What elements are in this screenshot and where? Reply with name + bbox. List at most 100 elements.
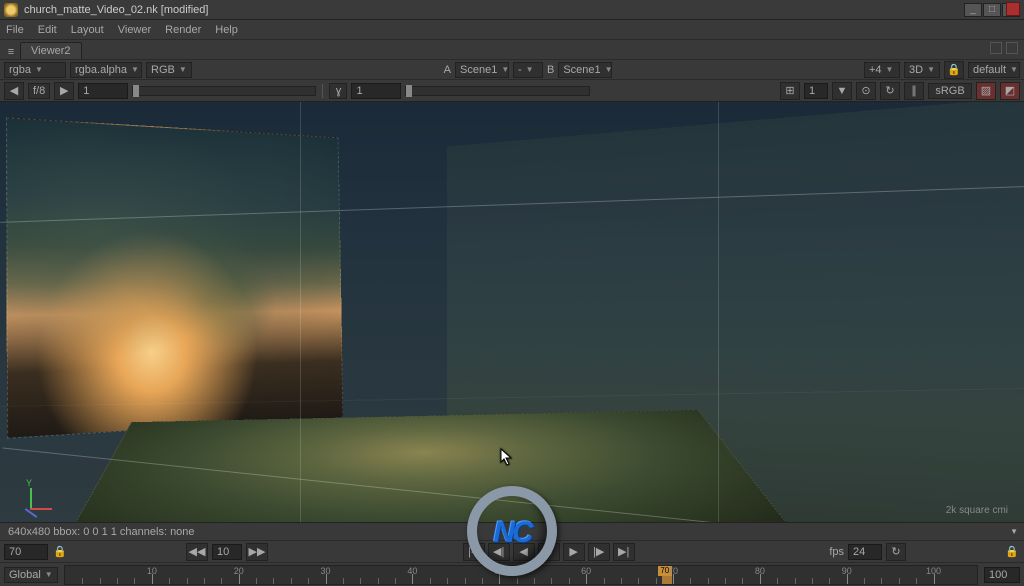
- chevron-down-icon[interactable]: ▼: [1010, 527, 1018, 536]
- a-buffer-label: A: [444, 64, 451, 76]
- gamma-field[interactable]: 1: [351, 83, 401, 99]
- lock-out-icon[interactable]: 🔒: [1004, 544, 1020, 560]
- tab-viewer2[interactable]: Viewer2: [20, 42, 82, 59]
- chevron-down-icon: ▼: [886, 65, 894, 74]
- stop-button[interactable]: ■: [538, 543, 560, 561]
- prev-frame-icon[interactable]: ◀: [4, 82, 24, 100]
- wipe-toggle-icon[interactable]: ◩: [1000, 82, 1020, 100]
- lut-label: default: [973, 64, 1006, 76]
- b-buffer-value: Scene1: [563, 64, 600, 76]
- zoom-dropdown[interactable]: +4 ▼: [864, 62, 900, 78]
- chevron-down-icon: ▼: [501, 65, 509, 74]
- gamma-label: ɣ: [329, 83, 347, 99]
- gain-slider[interactable]: [132, 86, 316, 96]
- a-buffer-dropdown[interactable]: Scene1▼: [455, 62, 509, 78]
- pause-icon[interactable]: ∥: [904, 82, 924, 100]
- chevron-down-icon: ▼: [45, 570, 53, 579]
- frame-out-field[interactable]: 100: [984, 567, 1020, 583]
- menubar: File Edit Layout Viewer Render Help: [0, 20, 1024, 40]
- gamma-slider[interactable]: [405, 86, 589, 96]
- chevron-down-icon: ▼: [927, 65, 935, 74]
- loop-mode-icon[interactable]: ↻: [886, 543, 906, 561]
- fstop-label: f/8: [28, 83, 50, 99]
- fps-label: fps: [829, 546, 844, 558]
- tick-label: 100: [926, 566, 941, 576]
- channel-dropdown[interactable]: rgba.alpha▼: [70, 62, 142, 78]
- menu-render[interactable]: Render: [165, 24, 201, 36]
- zoom-label: +4: [869, 64, 882, 76]
- tick-label: 80: [755, 566, 765, 576]
- skip-forward-button[interactable]: ▶▶: [246, 543, 268, 561]
- menu-viewer[interactable]: Viewer: [118, 24, 151, 36]
- b-buffer-label: B: [547, 64, 554, 76]
- viewport-3d[interactable]: Y 2k square cmi: [0, 102, 1024, 522]
- chevron-down-icon: ▼: [1010, 65, 1018, 74]
- frame-in-field[interactable]: 70: [4, 544, 48, 560]
- layer-label: rgba: [9, 64, 31, 76]
- menu-edit[interactable]: Edit: [38, 24, 57, 36]
- roi-icon[interactable]: ⊙: [856, 82, 876, 100]
- tick-label: 70: [668, 566, 678, 576]
- play-forward-button[interactable]: ▶: [563, 543, 585, 561]
- viewport-info: 2k square cmi: [946, 505, 1008, 516]
- maximize-button[interactable]: □: [983, 3, 1001, 17]
- tick-label: 50: [494, 566, 504, 576]
- gain-field[interactable]: 1: [78, 83, 128, 99]
- mode3d-label: 3D: [909, 64, 923, 76]
- chevron-down-icon: ▼: [526, 65, 534, 74]
- camera-lock-icon[interactable]: 🔒: [944, 61, 964, 79]
- b-buffer-dropdown[interactable]: Scene1 ▼: [558, 62, 612, 78]
- panel-menu-icon[interactable]: ≡: [4, 45, 18, 59]
- lock-in-icon[interactable]: 🔒: [52, 544, 68, 560]
- first-frame-button[interactable]: |◀: [463, 543, 485, 561]
- axis-x: [30, 508, 52, 510]
- proxy-toggle-icon[interactable]: ▼: [832, 82, 852, 100]
- menu-file[interactable]: File: [6, 24, 24, 36]
- last-frame-button[interactable]: ▶|: [613, 543, 635, 561]
- wipe-mode-dropdown[interactable]: -▼: [513, 62, 543, 78]
- clip-warning-icon[interactable]: ⊞: [780, 82, 800, 100]
- tick-label: 40: [407, 566, 417, 576]
- layer-dropdown[interactable]: rgba ▼: [4, 62, 66, 78]
- float-panel-icon[interactable]: [990, 42, 1002, 54]
- scope-dropdown[interactable]: Global▼: [4, 567, 58, 583]
- refresh-icon[interactable]: ↻: [880, 82, 900, 100]
- app-icon: [4, 3, 18, 17]
- viewer-toolbar-1: rgba▼ rgba.alpha▼ RGB▼ A Scene1▼ -▼ B Sc…: [0, 60, 1024, 80]
- frame-out-indicator[interactable]: [1006, 2, 1020, 16]
- axis-y-label: Y: [26, 478, 32, 488]
- next-key-button[interactable]: |▶: [588, 543, 610, 561]
- play-backward-button[interactable]: ◀: [513, 543, 535, 561]
- skip-back-button[interactable]: ◀◀: [186, 543, 208, 561]
- chevron-down-icon: ▼: [35, 65, 43, 74]
- view-mode-dropdown[interactable]: 3D ▼: [904, 62, 940, 78]
- sky-card: [6, 117, 343, 439]
- frame-step-field[interactable]: 10: [212, 544, 242, 560]
- minimize-button[interactable]: _: [964, 3, 982, 17]
- chevron-down-icon: ▼: [605, 65, 613, 74]
- tick-label: 90: [842, 566, 852, 576]
- prev-key-button[interactable]: ◀|: [488, 543, 510, 561]
- colorspace-dropdown[interactable]: RGB▼: [146, 62, 192, 78]
- overlay-toggle-icon[interactable]: ▨: [976, 82, 996, 100]
- viewer-toolbar-2: ◀ f/8 ▶ 1 ɣ 1 ⊞ 1 ▼ ⊙ ↻ ∥ sRGB ▨ ◩: [0, 80, 1024, 102]
- playback-bar: 70 🔒 ◀◀ 10 ▶▶ |◀ ◀| ◀ ■ ▶ |▶ ▶| fps 24 ↻…: [0, 540, 1024, 562]
- wipe-label: -: [518, 64, 522, 76]
- tabbar: ≡ Viewer2: [0, 40, 1024, 60]
- next-frame-icon[interactable]: ▶: [54, 82, 74, 100]
- srgb-button[interactable]: sRGB: [928, 83, 972, 99]
- fps-field[interactable]: 24: [848, 544, 882, 560]
- chevron-down-icon: ▼: [179, 65, 187, 74]
- statusbar: 640x480 bbox: 0 0 1 1 channels: none ▼: [0, 522, 1024, 540]
- lut-dropdown[interactable]: default ▼: [968, 62, 1020, 78]
- menu-layout[interactable]: Layout: [71, 24, 104, 36]
- menu-help[interactable]: Help: [215, 24, 238, 36]
- window-title: church_matte_Video_02.nk [modified]: [24, 4, 964, 16]
- mouse-cursor-icon: [500, 448, 514, 466]
- bbox-edge: [300, 102, 301, 522]
- proxy-field[interactable]: 1: [804, 83, 828, 99]
- timeline-bar: Global▼ 70 102030405060708090100 100: [0, 562, 1024, 586]
- timeline-ruler[interactable]: 70 102030405060708090100: [64, 565, 978, 585]
- status-text: 640x480 bbox: 0 0 1 1 channels: none: [8, 526, 195, 538]
- close-panel-icon[interactable]: [1006, 42, 1018, 54]
